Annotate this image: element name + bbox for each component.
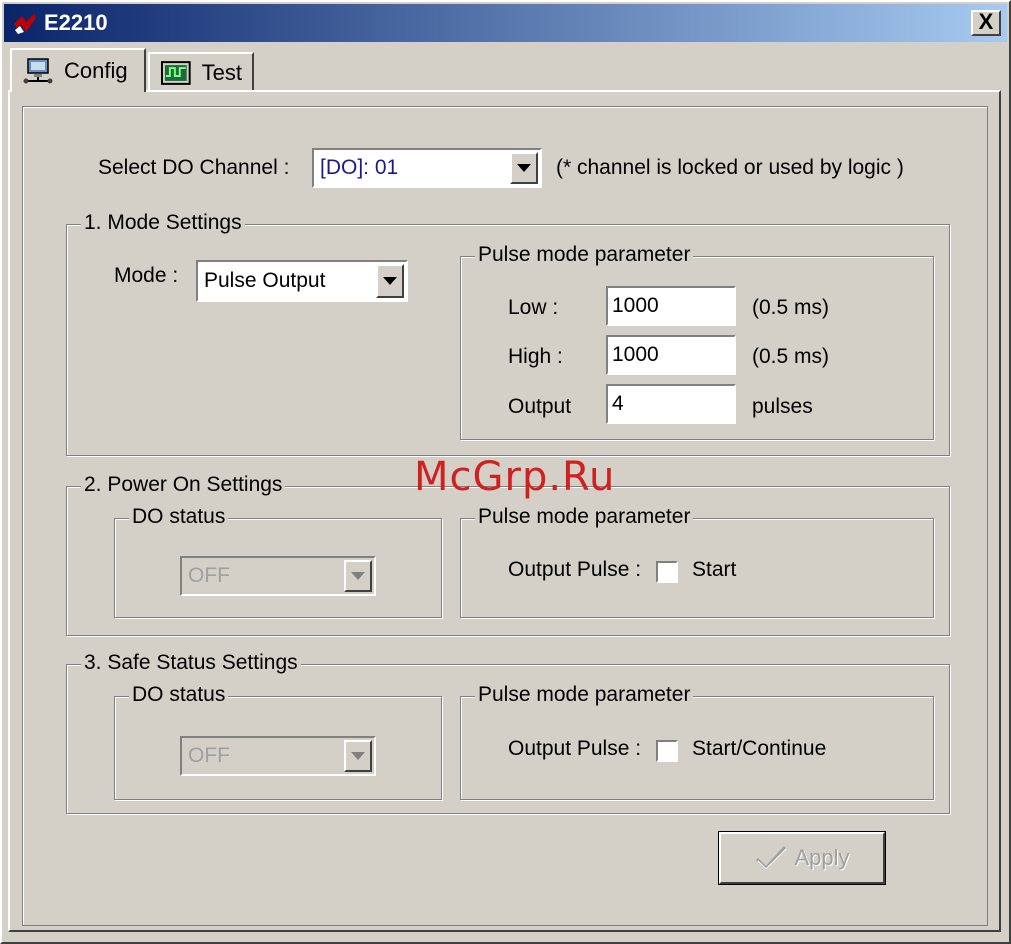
chevron-down-icon — [517, 164, 531, 172]
oscilloscope-icon — [160, 61, 191, 85]
channel-locked-note: (* channel is locked or used by logic ) — [556, 156, 904, 179]
chevron-down-icon — [351, 572, 365, 580]
safe-status-settings-legend: 3. Safe Status Settings — [81, 651, 301, 675]
mode-value: Pulse Output — [204, 269, 326, 292]
do-channel-dropdown-button[interactable] — [510, 152, 538, 184]
network-computer-icon — [23, 58, 53, 84]
mode-label: Mode : — [114, 264, 179, 287]
safe-start-continue-checkbox[interactable] — [656, 740, 678, 762]
output-unit: pulses — [752, 395, 813, 418]
safe-do-status-select[interactable]: OFF — [180, 736, 376, 776]
safe-start-continue-label: Start/Continue — [692, 737, 827, 760]
safe-pulse-parameter-legend: Pulse mode parameter — [475, 683, 694, 707]
power-on-do-status-legend: DO status — [129, 505, 229, 529]
mode-select[interactable]: Pulse Output — [196, 260, 408, 302]
power-on-output-pulse-label: Output Pulse : — [508, 558, 642, 581]
mode-settings-legend: 1. Mode Settings — [81, 211, 245, 235]
power-on-settings-legend: 2. Power On Settings — [81, 473, 286, 497]
e2210-window: E2210 X Config Test Select DO Channel : … — [0, 0, 1011, 944]
checkmark-icon — [756, 845, 787, 871]
low-label: Low : — [508, 296, 559, 319]
window-title: E2210 — [44, 10, 108, 35]
chevron-down-icon — [351, 752, 365, 760]
tab-config[interactable]: Config — [10, 48, 146, 92]
high-input[interactable] — [606, 335, 736, 375]
chevron-down-icon — [383, 277, 397, 285]
select-do-channel-label: Select DO Channel : — [98, 156, 290, 179]
power-on-start-checkbox[interactable] — [656, 561, 678, 583]
apply-button[interactable]: Apply — [718, 831, 886, 885]
high-unit: (0.5 ms) — [752, 345, 830, 368]
close-button[interactable]: X — [971, 10, 1001, 36]
mode-dropdown-button[interactable] — [376, 264, 404, 298]
do-channel-select[interactable]: [DO]: 01 — [312, 148, 542, 188]
power-on-start-label: Start — [692, 558, 737, 581]
low-input[interactable] — [606, 286, 736, 326]
apply-label: Apply — [794, 845, 850, 870]
safe-do-status-value: OFF — [188, 744, 230, 767]
safe-do-status-dropdown-button[interactable] — [344, 740, 372, 772]
power-on-do-status-dropdown-button[interactable] — [344, 560, 372, 592]
low-unit: (0.5 ms) — [752, 296, 830, 319]
mode-pulse-parameter-legend: Pulse mode parameter — [475, 243, 694, 267]
power-on-do-status-value: OFF — [188, 564, 230, 587]
tab-test[interactable]: Test — [148, 52, 254, 92]
safe-output-pulse-label: Output Pulse : — [508, 737, 642, 760]
app-logo-icon — [14, 14, 36, 34]
watermark: McGrp.Ru — [414, 454, 616, 500]
do-channel-value: [DO]: 01 — [320, 156, 399, 179]
power-on-do-status-select[interactable]: OFF — [180, 556, 376, 596]
title-bar[interactable]: E2210 X — [4, 4, 1007, 42]
tab-config-label: Config — [64, 58, 128, 83]
output-label: Output — [508, 395, 572, 418]
high-label: High : — [508, 345, 563, 368]
safe-do-status-legend: DO status — [129, 683, 229, 707]
power-on-pulse-parameter-legend: Pulse mode parameter — [475, 505, 694, 529]
output-pulses-input[interactable] — [606, 384, 736, 424]
tab-test-label: Test — [201, 60, 242, 85]
